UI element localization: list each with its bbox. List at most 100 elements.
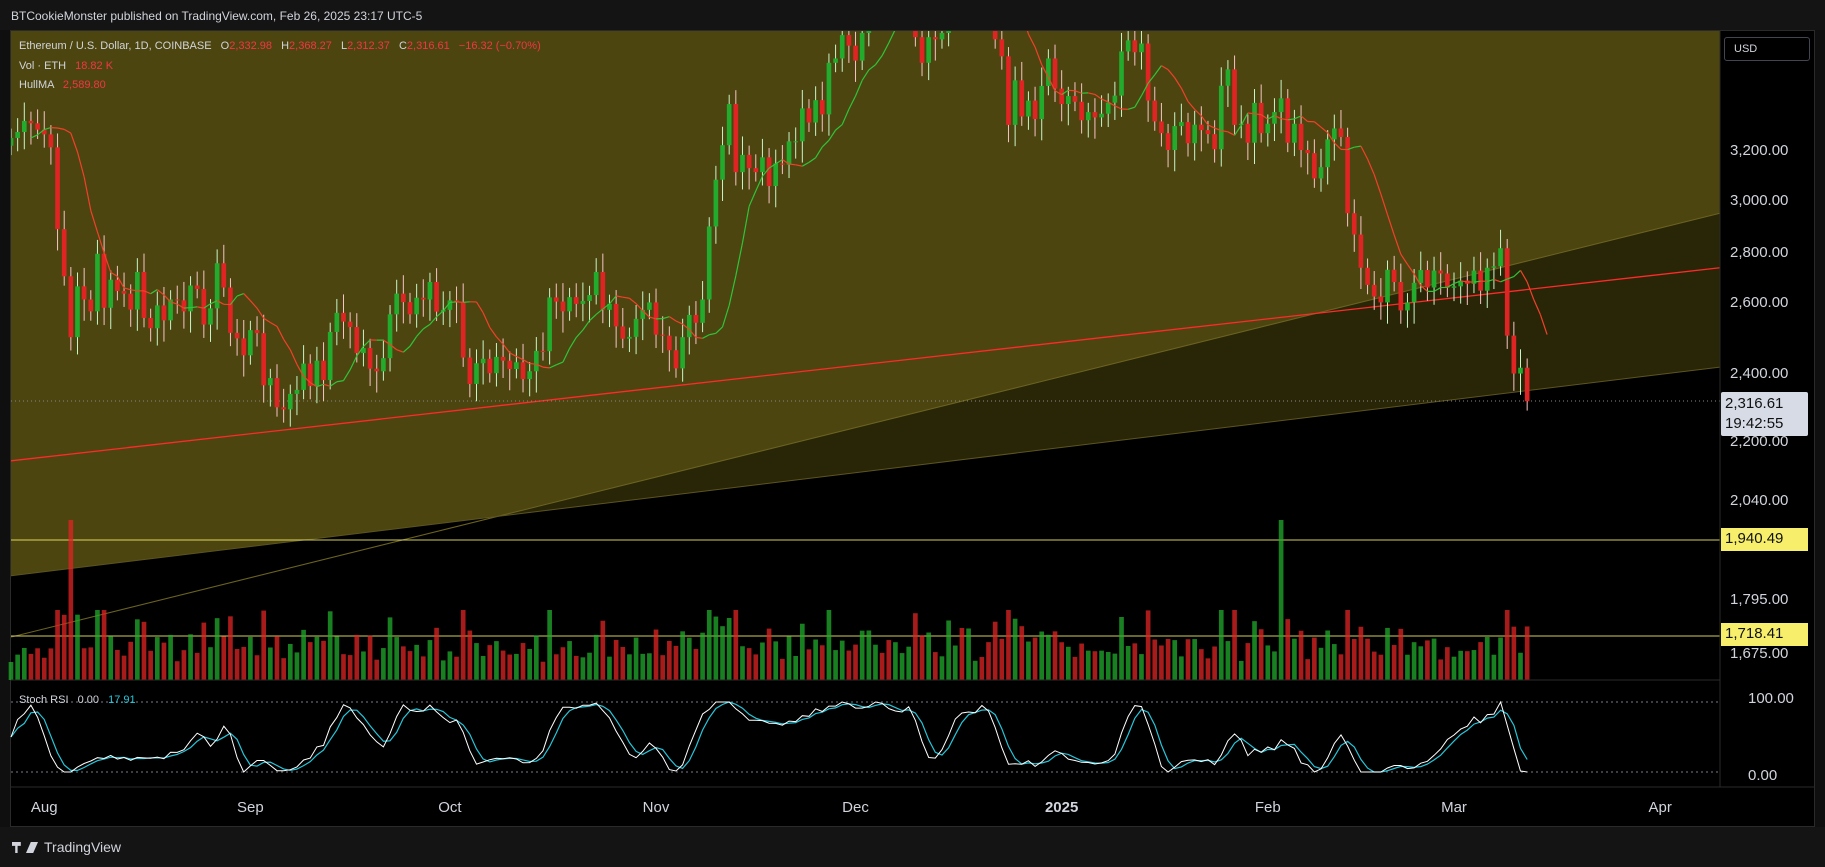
candle-body	[294, 389, 300, 394]
volume-bar	[1179, 656, 1184, 680]
volume-bar	[826, 610, 832, 680]
volume-bar	[374, 659, 380, 680]
hullma-label[interactable]: HullMA	[19, 79, 54, 91]
open-label: O	[220, 40, 230, 52]
candle-body	[1059, 88, 1064, 105]
volume-bar	[1245, 643, 1251, 680]
candle-body	[999, 39, 1005, 57]
volume-bar	[753, 654, 759, 680]
candle-body	[341, 312, 346, 322]
candle-body	[1378, 296, 1384, 303]
close-value: 2,316.61	[406, 40, 450, 52]
volume-bar	[620, 647, 626, 680]
stoch-d-value: 17.91	[108, 694, 136, 706]
candle-body	[1232, 69, 1237, 125]
candle-body	[520, 362, 526, 380]
candle-body	[1099, 113, 1104, 118]
candle-body	[806, 108, 812, 123]
bar-countdown: 19:42:55	[1725, 415, 1784, 432]
volume-bar	[1524, 626, 1530, 680]
volume-bar	[1185, 639, 1191, 680]
candle-body	[181, 300, 187, 312]
change-value: −16.32 (−0.70%)	[458, 40, 541, 52]
candle-body	[1258, 102, 1264, 134]
volume-bar	[952, 645, 958, 680]
candle-body	[500, 356, 506, 361]
volume-bar	[274, 636, 280, 680]
volume-bar	[680, 631, 685, 680]
volume-bar	[281, 658, 286, 680]
volume-bar	[1458, 650, 1463, 680]
chart-canvas[interactable]: 3,200.00 3,000.00 2,800.00 2,600.00 2,400.00…	[0, 0, 1825, 867]
volume-bar	[932, 652, 938, 680]
candle-body	[334, 312, 340, 332]
candle-body	[667, 335, 672, 351]
volume-bar	[647, 653, 652, 680]
volume-bar	[1032, 637, 1038, 680]
currency-selector[interactable]: USD	[1724, 37, 1810, 61]
candle-body	[1006, 56, 1011, 125]
candle-body	[194, 285, 200, 289]
candle-body	[1125, 40, 1131, 52]
candle-body	[248, 330, 253, 356]
volume-bar	[607, 656, 612, 680]
candle-body	[1039, 85, 1045, 120]
candle-body	[1518, 367, 1523, 374]
hullma-segment	[982, 5, 989, 13]
volume-bar	[1491, 654, 1497, 680]
volume-bar	[1099, 650, 1104, 680]
volume-bar	[1425, 640, 1430, 680]
volume-bar	[553, 654, 559, 680]
candle-body	[1185, 122, 1191, 144]
tradingview-logo[interactable]: TradingView	[12, 839, 121, 855]
volume-bar	[1338, 654, 1344, 680]
volume-bar	[560, 647, 566, 680]
candle-body	[1105, 102, 1111, 114]
candle-body	[919, 37, 925, 63]
candle-body	[1498, 248, 1503, 267]
candle-body	[507, 360, 513, 370]
volume-bar	[1411, 642, 1417, 680]
volume-label[interactable]: Vol · ETH	[19, 60, 66, 72]
volume-bar	[1205, 658, 1211, 680]
hullma-legend: HullMA 2,589.80	[19, 79, 106, 91]
candle-body	[673, 350, 679, 369]
volume-bar	[1345, 610, 1350, 680]
volume-bar	[440, 660, 446, 680]
volume-legend: Vol · ETH 18.82 K	[19, 60, 113, 72]
candle-body	[354, 327, 360, 354]
candle-body	[853, 45, 858, 61]
hullma-segment	[962, 24, 969, 31]
volume-bar	[168, 634, 173, 680]
candle-body	[1272, 112, 1277, 124]
volume-bar	[1119, 617, 1124, 680]
candle-body	[1338, 128, 1344, 137]
candle-body	[174, 299, 180, 301]
volume-bar	[314, 636, 320, 680]
price-tick-label: 3,000.00	[1730, 192, 1788, 209]
volume-bar	[1026, 641, 1031, 680]
hullma-segment	[975, 13, 982, 15]
volume-bar	[88, 647, 94, 680]
volume-bar	[799, 623, 805, 680]
volume-bar	[254, 655, 260, 680]
volume-bar	[1498, 637, 1503, 680]
candle-body	[1052, 58, 1058, 89]
volume-bar	[1039, 631, 1045, 680]
volume-bar	[1065, 646, 1071, 680]
candle-body	[992, 31, 998, 40]
volume-bar	[148, 650, 153, 680]
stoch-label[interactable]: Stoch RSI	[19, 694, 69, 706]
candle-body	[819, 100, 825, 115]
symbol-title[interactable]: Ethereum / U.S. Dollar, 1D, COINBASE	[19, 40, 212, 52]
volume-bar	[1298, 630, 1304, 680]
candle-body	[740, 154, 745, 173]
volume-value: 18.82 K	[75, 60, 114, 72]
volume-bar	[208, 647, 213, 680]
volume-bar	[786, 636, 792, 680]
volume-bar	[194, 652, 200, 680]
volume-bar	[1518, 652, 1523, 680]
volume-bar	[1405, 654, 1410, 680]
volume-bar	[1391, 645, 1397, 680]
candle-body	[587, 295, 592, 301]
